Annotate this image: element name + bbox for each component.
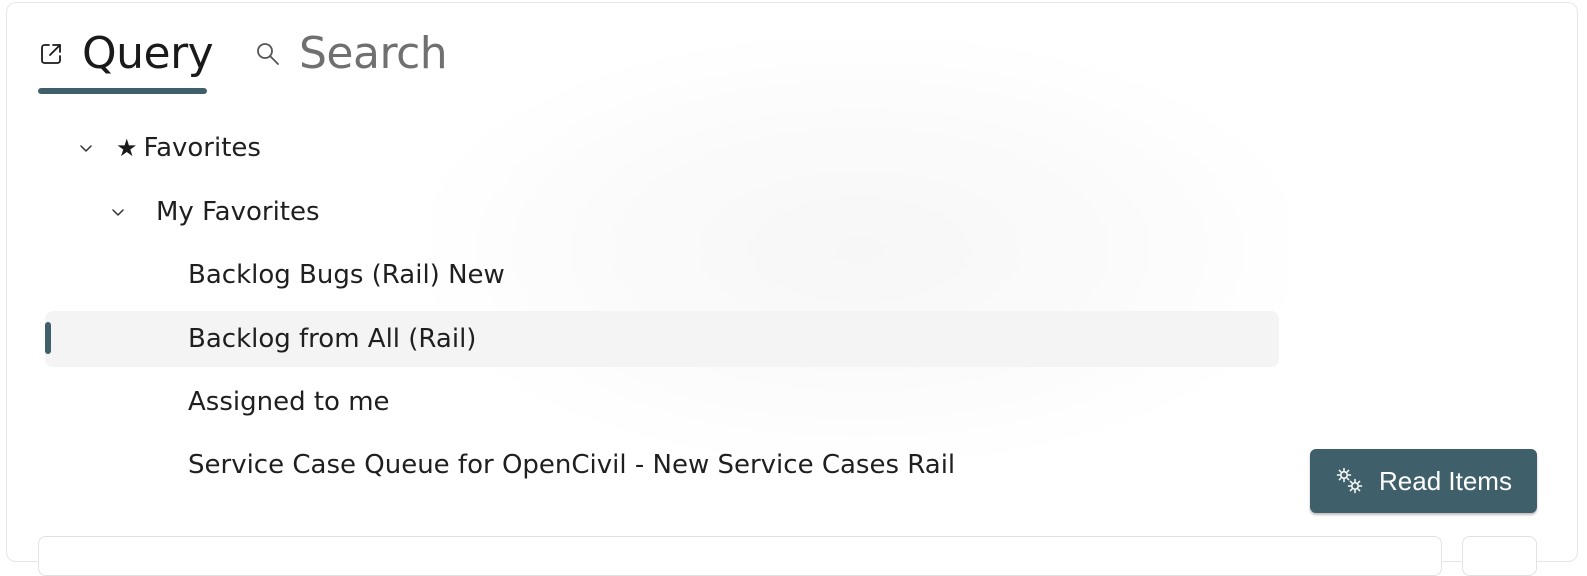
tree-node-my-favorites[interactable]: My Favorites	[110, 185, 320, 239]
selected-row-indicator	[45, 322, 51, 354]
tab-query-label: Query	[82, 28, 214, 79]
chevron-down-icon[interactable]	[110, 204, 126, 220]
tab-search[interactable]: Search	[255, 26, 448, 82]
tree-node-label: Favorites	[143, 133, 261, 163]
open-external-icon	[38, 41, 64, 67]
tab-search-label: Search	[299, 28, 448, 79]
tree-item-label: Assigned to me	[188, 387, 390, 417]
read-items-button[interactable]: Read Items	[1310, 449, 1537, 513]
read-items-label: Read Items	[1379, 465, 1512, 496]
bottom-input-field[interactable]	[38, 536, 1442, 576]
tree-item-label: Backlog from All (Rail)	[188, 324, 477, 354]
active-tab-indicator	[38, 88, 207, 94]
tree-item-backlog-bugs-rail-new[interactable]: Backlog Bugs (Rail) New	[188, 248, 505, 302]
tree-item-label: Service Case Queue for OpenCivil - New S…	[188, 450, 956, 480]
tree-item-backlog-from-all-rail[interactable]: Backlog from All (Rail)	[188, 312, 476, 366]
tree-item-label: Backlog Bugs (Rail) New	[188, 260, 505, 290]
tree-node-favorites[interactable]: ★ Favorites	[78, 121, 261, 175]
tab-query[interactable]: Query	[38, 26, 214, 82]
star-icon: ★	[116, 134, 138, 162]
tree-item-assigned-to-me[interactable]: Assigned to me	[188, 375, 390, 429]
tree-node-label: My Favorites	[156, 197, 320, 227]
gears-icon	[1335, 466, 1365, 496]
search-icon	[255, 41, 281, 67]
bottom-side-field[interactable]	[1462, 536, 1537, 576]
chevron-down-icon[interactable]	[78, 140, 94, 156]
tree-item-service-case-queue[interactable]: Service Case Queue for OpenCivil - New S…	[188, 438, 955, 492]
